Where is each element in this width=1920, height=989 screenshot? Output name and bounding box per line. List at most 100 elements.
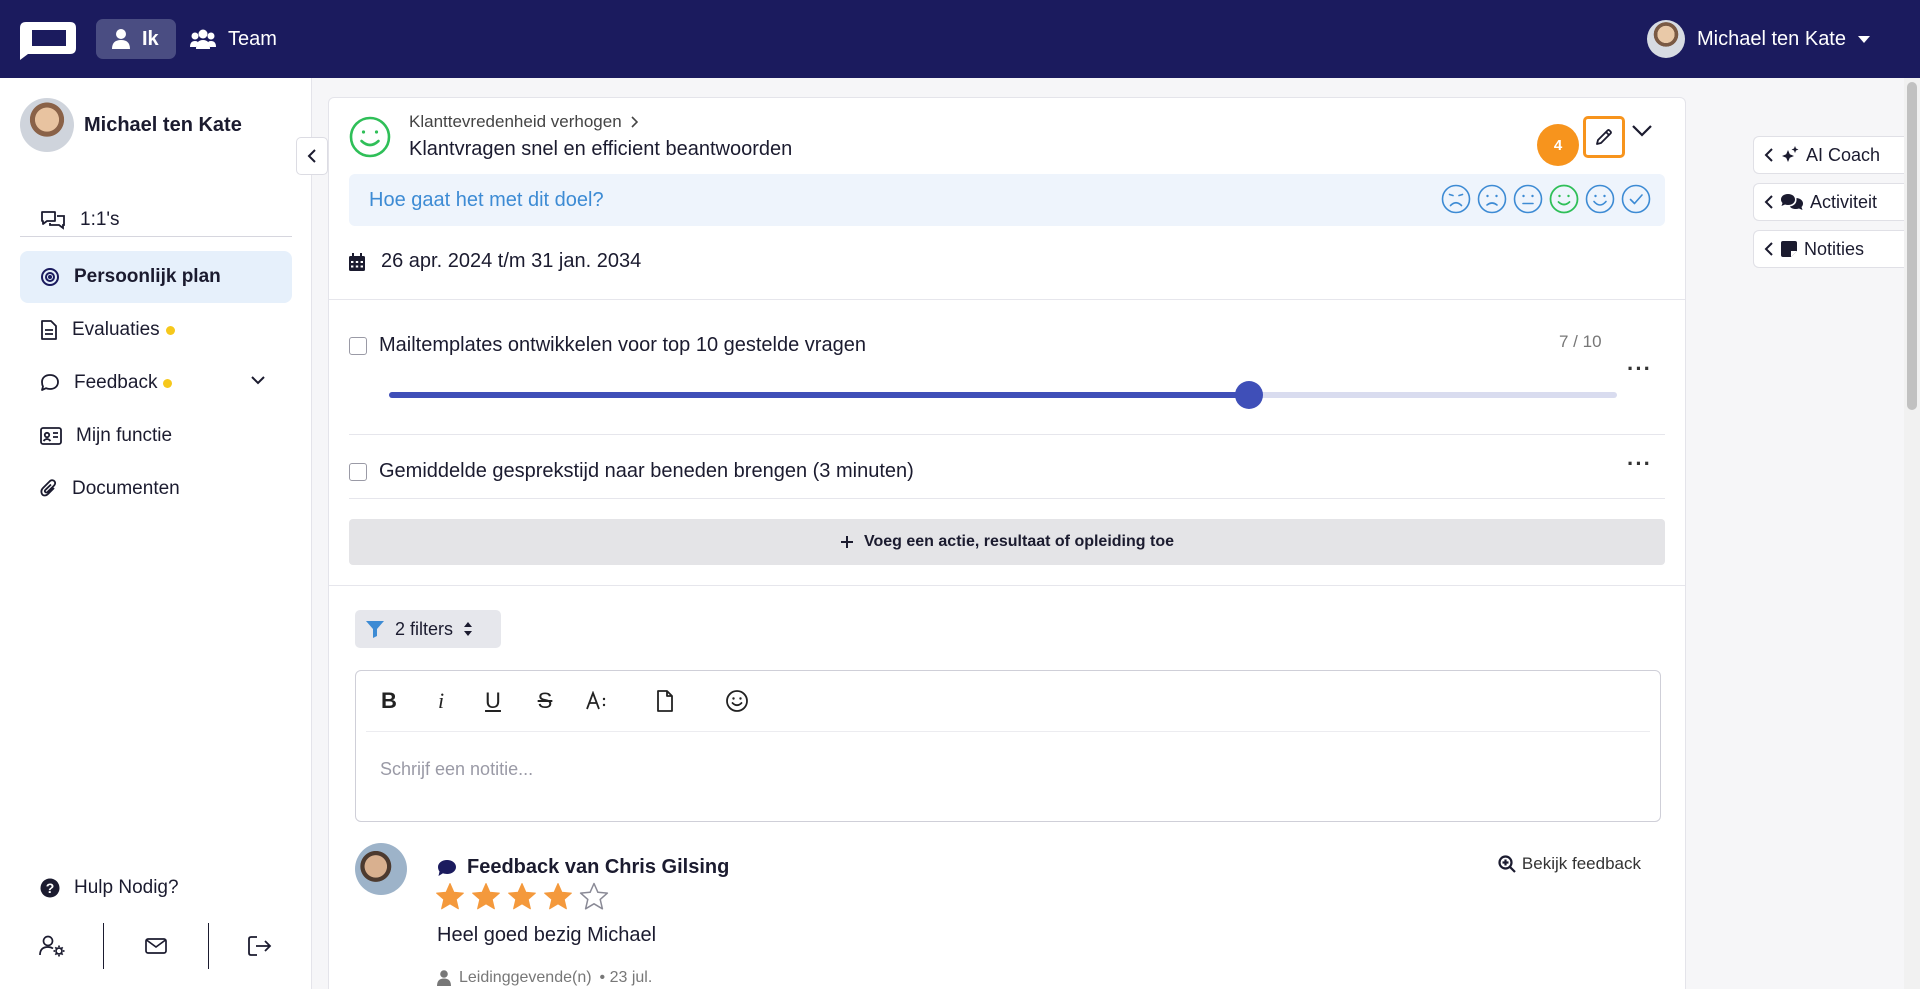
sidebar-collapse-button[interactable] <box>296 137 328 175</box>
task-label[interactable]: Gemiddelde gesprekstijd naar beneden bre… <box>379 460 914 483</box>
task-divider <box>349 498 1665 499</box>
breadcrumb[interactable]: Klanttevredenheid verhogen <box>409 112 638 132</box>
tab-label: Activiteit <box>1810 191 1878 212</box>
sidebar-item-documents[interactable]: Documenten <box>20 463 292 515</box>
attach-file-button[interactable] <box>642 681 688 721</box>
mood-neutral-icon[interactable] <box>1513 184 1543 214</box>
italic-button[interactable]: i <box>418 681 464 721</box>
section-divider <box>329 299 1685 300</box>
nav-me-button[interactable]: Ik <box>96 19 176 59</box>
calendar-icon <box>349 252 365 271</box>
messages-button[interactable] <box>104 921 207 971</box>
profile-header[interactable]: Michael ten Kate <box>20 98 242 152</box>
chat-bubbles-icon <box>41 211 65 230</box>
edit-goal-button[interactable] <box>1583 116 1625 158</box>
file-icon <box>657 690 673 712</box>
chevron-left-icon <box>1764 148 1773 162</box>
sidebar-item-one-on-ones[interactable]: 1:1's <box>20 194 292 246</box>
tab-activity[interactable]: Activiteit <box>1753 183 1920 221</box>
sticky-note-icon <box>1781 241 1797 257</box>
feedback-meta: Leidinggevende(n) • 23 jul. <box>437 969 652 987</box>
goal-card: Klanttevredenheid verhogen Klantvragen s… <box>328 97 1686 989</box>
tab-ai-coach[interactable]: AI Coach <box>1753 136 1920 174</box>
breadcrumb-parent[interactable]: Klanttevredenheid verhogen <box>409 112 622 132</box>
view-feedback-label: Bekijk feedback <box>1521 854 1641 873</box>
goal-status-bar: Hoe gaat het met dit doel? <box>349 174 1665 226</box>
add-action-button[interactable]: Voeg een actie, resultaat of opleiding t… <box>349 519 1665 565</box>
filter-icon <box>366 621 384 638</box>
chevron-down-icon[interactable] <box>1631 124 1653 138</box>
task-more-menu-button[interactable]: ··· <box>1627 356 1652 382</box>
sparkles-icon <box>1782 146 1799 162</box>
help-link[interactable]: ? Hulp Nodig? <box>40 877 179 899</box>
tab-label: AI Coach <box>1806 144 1881 165</box>
mood-sad-icon[interactable] <box>1477 184 1507 214</box>
users-icon <box>190 29 216 49</box>
nav-team-button[interactable]: Team <box>174 19 304 59</box>
tab-notes[interactable]: Notities <box>1753 230 1920 268</box>
id-card-icon <box>40 427 62 445</box>
editor-toolbar: B i U S <box>366 681 766 721</box>
mood-done-check-icon[interactable] <box>1621 184 1651 214</box>
sidebar-item-feedback[interactable]: Feedback <box>20 357 292 409</box>
sidebar-item-personal-plan[interactable]: Persoonlijk plan <box>20 251 292 303</box>
chevron-left-icon <box>307 149 316 163</box>
goal-title: Klantvragen snel en efficient beantwoord… <box>409 138 793 160</box>
feedback-rating <box>435 882 609 912</box>
task-more-menu-button[interactable]: ··· <box>1627 451 1652 477</box>
smiley-happy-icon <box>349 116 391 158</box>
user-gear-icon <box>38 935 65 957</box>
mood-very-happy-icon[interactable] <box>1585 184 1615 214</box>
feedback-title: Feedback van Chris Gilsing <box>437 856 729 879</box>
task-checkbox[interactable] <box>349 336 367 355</box>
sidebar: Michael ten Kate 1:1's Persoonlijk plan … <box>0 78 312 989</box>
target-icon <box>41 268 59 286</box>
date-range-text: 26 apr. 2024 t/m 31 jan. 2034 <box>381 250 642 272</box>
filters-dropdown[interactable]: 2 filters <box>355 610 501 648</box>
mood-happy-icon[interactable] <box>1549 184 1579 214</box>
emoji-button[interactable] <box>714 681 760 721</box>
bold-button[interactable]: B <box>366 681 412 721</box>
task-progress-slider[interactable] <box>389 381 1617 409</box>
filters-label: 2 filters <box>395 618 454 639</box>
star-empty-icon <box>579 882 609 910</box>
nav-team-label: Team <box>228 27 277 50</box>
tab-label: Notities <box>1804 238 1865 259</box>
strikethrough-button[interactable]: S <box>522 681 568 721</box>
notification-dot <box>163 378 173 388</box>
goal-date-range: 26 apr. 2024 t/m 31 jan. 2034 <box>349 250 641 273</box>
section-divider <box>329 585 1685 586</box>
underline-button[interactable]: U <box>470 681 516 721</box>
account-settings-button[interactable] <box>0 921 103 971</box>
star-filled-icon <box>508 883 536 910</box>
note-input[interactable]: Schrijf een notitie... <box>380 759 533 780</box>
view-feedback-link[interactable]: Bekijk feedback <box>1498 854 1641 874</box>
emoji-icon <box>726 690 748 712</box>
avatar <box>1647 20 1686 58</box>
chevron-left-icon <box>1764 195 1773 209</box>
logout-button[interactable] <box>209 921 312 971</box>
task-checkbox[interactable] <box>349 462 367 481</box>
step-badge: 4 <box>1537 124 1579 166</box>
top-navigation-bar: Ik Team Michael ten Kate <box>0 0 1920 78</box>
task-row: Mailtemplates ontwikkelen voor top 10 ge… <box>349 334 866 357</box>
slider-handle[interactable] <box>1234 381 1263 409</box>
pencil-icon <box>1596 129 1612 145</box>
mood-very-sad-icon[interactable] <box>1441 184 1471 214</box>
editor-toolbar-divider <box>366 731 1650 732</box>
sidebar-footer <box>0 921 312 971</box>
nav-me-label: Ik <box>142 27 159 50</box>
scrollbar-thumb[interactable] <box>1907 82 1917 410</box>
sidebar-item-label: 1:1's <box>80 209 120 230</box>
sidebar-item-evaluations[interactable]: Evaluaties <box>20 304 292 356</box>
task-label[interactable]: Mailtemplates ontwikkelen voor top 10 ge… <box>379 334 866 357</box>
sidebar-item-my-role[interactable]: Mijn functie <box>20 410 292 462</box>
user-menu[interactable]: Michael ten Kate <box>1647 16 1870 62</box>
sidebar-item-label: Mijn functie <box>76 425 173 446</box>
note-editor: B i U S Schrijf een notitie... <box>355 670 1661 822</box>
svg-text:?: ? <box>46 880 55 896</box>
app-logo[interactable] <box>18 20 78 60</box>
font-size-button[interactable] <box>574 681 620 721</box>
chevron-down-icon[interactable] <box>250 375 266 385</box>
star-filled-icon <box>436 883 464 910</box>
